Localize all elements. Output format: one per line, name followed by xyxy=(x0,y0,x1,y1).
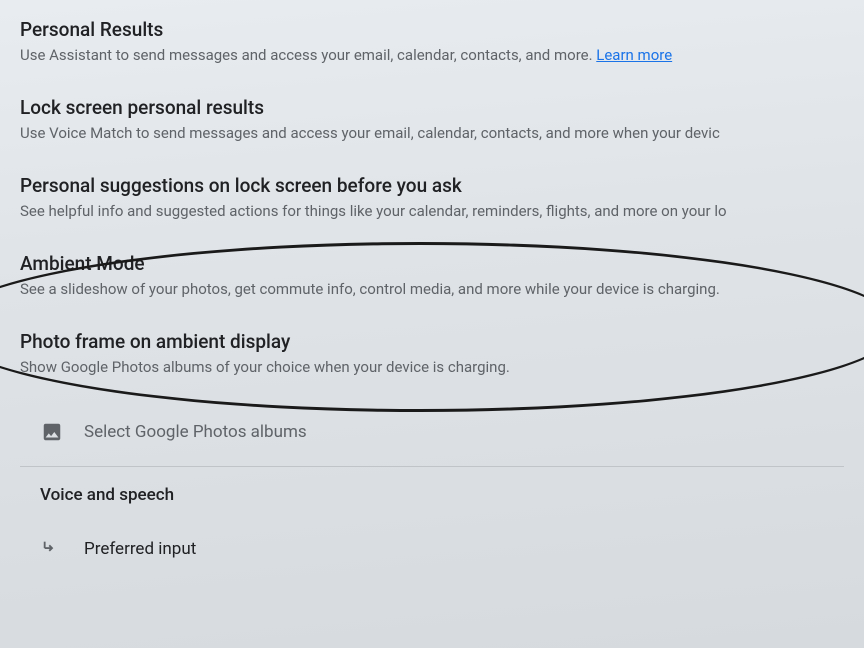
personal-suggestions-desc: See helpful info and suggested actions f… xyxy=(20,201,844,222)
photo-frame-title: Photo frame on ambient display xyxy=(20,330,844,353)
photo-frame-desc: Show Google Photos albums of your choice… xyxy=(20,357,844,378)
divider xyxy=(20,466,844,467)
ambient-mode-title: Ambient Mode xyxy=(20,252,844,275)
lock-screen-desc: Use Voice Match to send messages and acc… xyxy=(20,123,844,144)
select-google-photos-albums[interactable]: Select Google Photos albums xyxy=(20,408,844,456)
personal-suggestions-title: Personal suggestions on lock screen befo… xyxy=(20,174,844,197)
preferred-input-label: Preferred input xyxy=(84,539,196,559)
lock-screen-title: Lock screen personal results xyxy=(20,96,844,119)
ambient-mode-desc: See a slideshow of your photos, get comm… xyxy=(20,279,844,300)
setting-personal-suggestions[interactable]: Personal suggestions on lock screen befo… xyxy=(20,174,844,222)
personal-results-desc-text: Use Assistant to send messages and acces… xyxy=(20,46,596,64)
learn-more-link[interactable]: Learn more xyxy=(596,46,672,64)
setting-personal-results[interactable]: Personal Results Use Assistant to send m… xyxy=(20,18,844,66)
input-icon xyxy=(40,537,64,561)
preferred-input-row[interactable]: Preferred input xyxy=(20,525,844,573)
setting-ambient-mode[interactable]: Ambient Mode See a slideshow of your pho… xyxy=(20,252,844,300)
setting-photo-frame[interactable]: Photo frame on ambient display Show Goog… xyxy=(20,330,844,378)
photo-album-icon xyxy=(40,420,64,444)
setting-lock-screen-personal-results[interactable]: Lock screen personal results Use Voice M… xyxy=(20,96,844,144)
select-albums-label: Select Google Photos albums xyxy=(84,422,307,442)
personal-results-title: Personal Results xyxy=(20,18,844,41)
voice-speech-header: Voice and speech xyxy=(20,485,844,505)
personal-results-desc: Use Assistant to send messages and acces… xyxy=(20,45,844,66)
